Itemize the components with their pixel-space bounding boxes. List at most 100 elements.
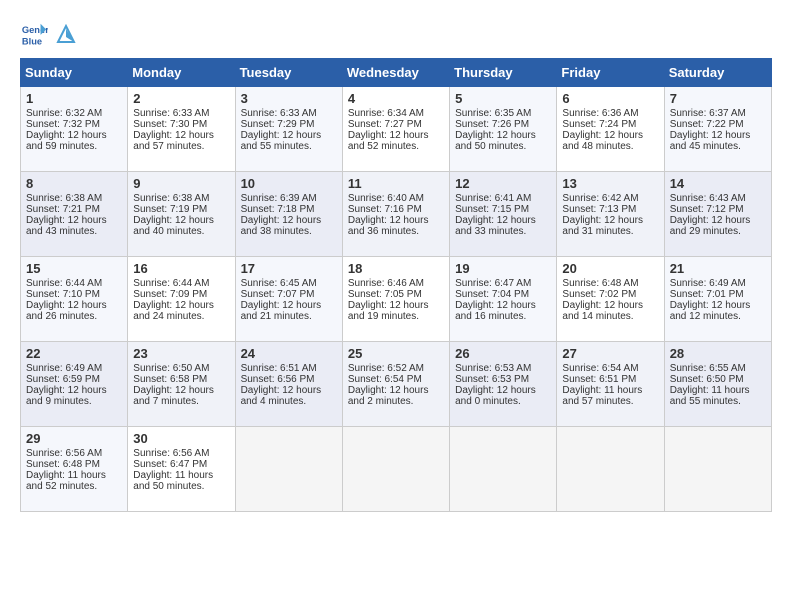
day-info: and 14 minutes. [562, 311, 658, 322]
day-info: Sunset: 7:01 PM [670, 289, 766, 300]
day-number: 30 [133, 431, 229, 446]
day-info: Sunrise: 6:32 AM [26, 108, 122, 119]
day-number: 7 [670, 91, 766, 106]
day-info: Daylight: 12 hours [133, 385, 229, 396]
calendar-cell: 7Sunrise: 6:37 AMSunset: 7:22 PMDaylight… [664, 87, 771, 172]
day-number: 25 [348, 346, 444, 361]
day-info: Daylight: 12 hours [26, 215, 122, 226]
calendar-cell: 9Sunrise: 6:38 AMSunset: 7:19 PMDaylight… [128, 172, 235, 257]
day-info: Daylight: 12 hours [241, 300, 337, 311]
day-number: 18 [348, 261, 444, 276]
calendar-cell: 20Sunrise: 6:48 AMSunset: 7:02 PMDayligh… [557, 257, 664, 342]
day-info: and 57 minutes. [133, 141, 229, 152]
day-info: and 38 minutes. [241, 226, 337, 237]
day-info: Sunrise: 6:41 AM [455, 193, 551, 204]
day-info: and 0 minutes. [455, 396, 551, 407]
col-sunday: Sunday [21, 59, 128, 87]
day-info: Sunset: 6:58 PM [133, 374, 229, 385]
col-monday: Monday [128, 59, 235, 87]
day-info: Sunrise: 6:44 AM [26, 278, 122, 289]
day-info: and 52 minutes. [26, 481, 122, 492]
day-info: and 33 minutes. [455, 226, 551, 237]
day-info: Sunset: 7:10 PM [26, 289, 122, 300]
day-info: Daylight: 12 hours [455, 385, 551, 396]
day-info: Sunrise: 6:43 AM [670, 193, 766, 204]
header-row: Sunday Monday Tuesday Wednesday Thursday… [21, 59, 772, 87]
day-info: Daylight: 12 hours [670, 130, 766, 141]
day-info: Daylight: 12 hours [241, 385, 337, 396]
day-number: 29 [26, 431, 122, 446]
day-number: 12 [455, 176, 551, 191]
day-info: Sunset: 7:24 PM [562, 119, 658, 130]
day-info: Daylight: 11 hours [562, 385, 658, 396]
day-info: Sunrise: 6:45 AM [241, 278, 337, 289]
day-info: Daylight: 12 hours [133, 130, 229, 141]
day-number: 6 [562, 91, 658, 106]
page-header: General Blue [20, 20, 772, 48]
day-info: Sunrise: 6:55 AM [670, 363, 766, 374]
day-number: 3 [241, 91, 337, 106]
day-info: Sunset: 7:18 PM [241, 204, 337, 215]
day-info: Sunset: 7:05 PM [348, 289, 444, 300]
day-info: Daylight: 12 hours [455, 130, 551, 141]
calendar-cell: 13Sunrise: 6:42 AMSunset: 7:13 PMDayligh… [557, 172, 664, 257]
day-info: Daylight: 12 hours [241, 130, 337, 141]
calendar-cell: 28Sunrise: 6:55 AMSunset: 6:50 PMDayligh… [664, 342, 771, 427]
day-info: Sunrise: 6:52 AM [348, 363, 444, 374]
calendar-cell: 23Sunrise: 6:50 AMSunset: 6:58 PMDayligh… [128, 342, 235, 427]
calendar-cell: 16Sunrise: 6:44 AMSunset: 7:09 PMDayligh… [128, 257, 235, 342]
day-info: and 31 minutes. [562, 226, 658, 237]
day-info: Sunrise: 6:33 AM [241, 108, 337, 119]
calendar-cell: 11Sunrise: 6:40 AMSunset: 7:16 PMDayligh… [342, 172, 449, 257]
day-number: 26 [455, 346, 551, 361]
calendar-cell: 27Sunrise: 6:54 AMSunset: 6:51 PMDayligh… [557, 342, 664, 427]
day-number: 11 [348, 176, 444, 191]
day-info: Sunset: 7:15 PM [455, 204, 551, 215]
calendar-cell: 14Sunrise: 6:43 AMSunset: 7:12 PMDayligh… [664, 172, 771, 257]
day-info: Daylight: 11 hours [26, 470, 122, 481]
day-info: Daylight: 11 hours [133, 470, 229, 481]
day-number: 20 [562, 261, 658, 276]
calendar-cell: 17Sunrise: 6:45 AMSunset: 7:07 PMDayligh… [235, 257, 342, 342]
calendar-week-1: 1Sunrise: 6:32 AMSunset: 7:32 PMDaylight… [21, 87, 772, 172]
day-info: and 50 minutes. [133, 481, 229, 492]
day-info: Daylight: 11 hours [670, 385, 766, 396]
day-info: Sunrise: 6:51 AM [241, 363, 337, 374]
day-number: 22 [26, 346, 122, 361]
day-number: 1 [26, 91, 122, 106]
day-info: and 40 minutes. [133, 226, 229, 237]
calendar-cell: 8Sunrise: 6:38 AMSunset: 7:21 PMDaylight… [21, 172, 128, 257]
calendar-cell: 19Sunrise: 6:47 AMSunset: 7:04 PMDayligh… [450, 257, 557, 342]
day-info: Daylight: 12 hours [348, 215, 444, 226]
day-info: Daylight: 12 hours [670, 215, 766, 226]
day-info: Daylight: 12 hours [133, 300, 229, 311]
day-info: Sunrise: 6:50 AM [133, 363, 229, 374]
day-info: Sunrise: 6:53 AM [455, 363, 551, 374]
calendar-week-2: 8Sunrise: 6:38 AMSunset: 7:21 PMDaylight… [21, 172, 772, 257]
day-number: 19 [455, 261, 551, 276]
col-thursday: Thursday [450, 59, 557, 87]
day-info: Sunset: 6:53 PM [455, 374, 551, 385]
day-info: Sunrise: 6:33 AM [133, 108, 229, 119]
day-number: 8 [26, 176, 122, 191]
day-info: and 43 minutes. [26, 226, 122, 237]
day-info: Sunrise: 6:56 AM [26, 448, 122, 459]
day-info: Daylight: 12 hours [348, 385, 444, 396]
day-info: Daylight: 12 hours [455, 300, 551, 311]
calendar-cell: 12Sunrise: 6:41 AMSunset: 7:15 PMDayligh… [450, 172, 557, 257]
day-info: Daylight: 12 hours [562, 300, 658, 311]
day-info: and 36 minutes. [348, 226, 444, 237]
day-info: and 52 minutes. [348, 141, 444, 152]
day-info: Sunrise: 6:40 AM [348, 193, 444, 204]
day-info: Sunset: 6:54 PM [348, 374, 444, 385]
day-info: Sunset: 6:56 PM [241, 374, 337, 385]
day-info: Sunset: 7:07 PM [241, 289, 337, 300]
calendar-week-3: 15Sunrise: 6:44 AMSunset: 7:10 PMDayligh… [21, 257, 772, 342]
day-number: 13 [562, 176, 658, 191]
day-info: Daylight: 12 hours [26, 385, 122, 396]
day-info: Daylight: 12 hours [562, 130, 658, 141]
day-info: and 12 minutes. [670, 311, 766, 322]
day-info: and 24 minutes. [133, 311, 229, 322]
logo-icon: General Blue [20, 20, 48, 48]
day-info: Sunrise: 6:39 AM [241, 193, 337, 204]
